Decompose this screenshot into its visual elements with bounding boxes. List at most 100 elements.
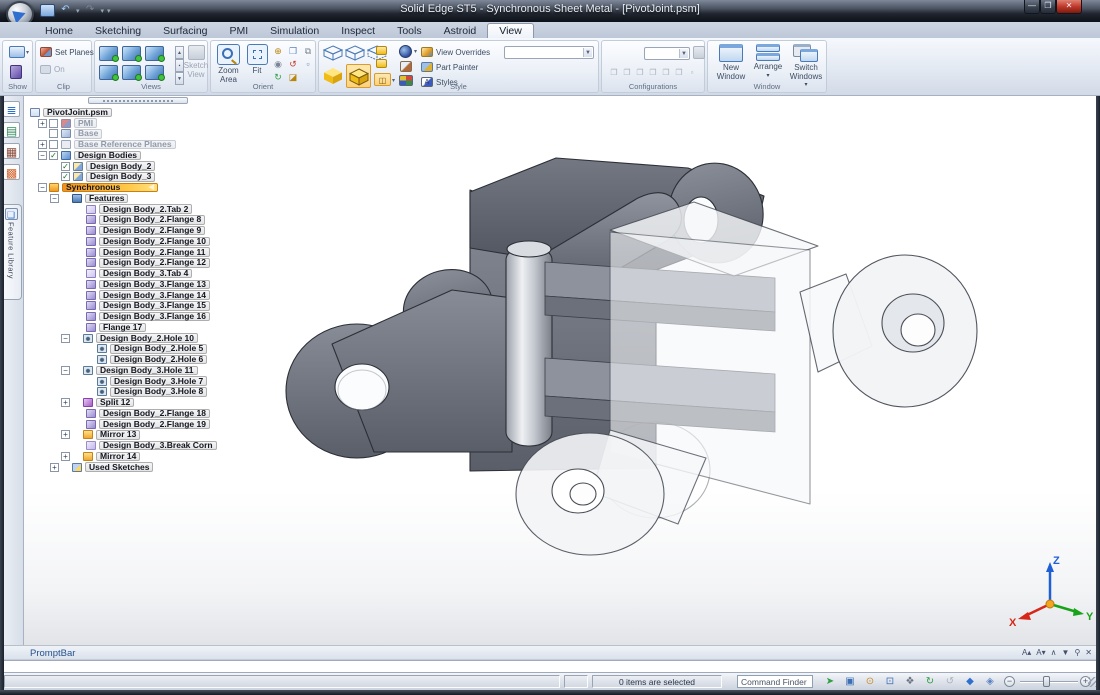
shaded-view-icon[interactable]: ◆ (963, 675, 977, 688)
scroll-up-icon[interactable]: ∧ (1051, 647, 1057, 659)
viewport[interactable]: ≣▤▦▩ ❏ Feature Library PivotJoint.psm+PM… (0, 96, 1100, 645)
close-promptbar-icon[interactable]: ✕ (1085, 647, 1092, 659)
arrange-button[interactable]: Arrange ▾ (752, 44, 784, 80)
tree-item[interactable]: Base (0, 129, 300, 140)
tree-item[interactable]: PivotJoint.psm (0, 107, 300, 118)
zoom-icon[interactable]: ⊙ (863, 675, 877, 688)
tree-item[interactable]: Design Body_2.Flange 9 (0, 225, 300, 236)
tree-item[interactable]: Design Body_2.Flange 10 (0, 236, 300, 247)
zoom-area-icon[interactable]: ▣ (843, 675, 857, 688)
tree-item[interactable]: ✓Design Body_3 (0, 172, 300, 183)
pin-icon[interactable]: ⚲ (1074, 647, 1080, 659)
brush-icon[interactable] (400, 61, 412, 72)
tab-home[interactable]: Home (34, 24, 84, 38)
top-view-icon[interactable] (99, 46, 118, 61)
style-combo-dropdown-icon[interactable]: ▼ (583, 48, 592, 57)
tree-item[interactable]: +PMI (0, 118, 300, 129)
tree-item[interactable]: ✓Design Body_2 (0, 161, 300, 172)
front-view-icon[interactable] (122, 46, 141, 61)
views-scroll-mid-icon[interactable]: ▪ (175, 59, 184, 72)
tree-item[interactable]: +Used Sketches (0, 462, 300, 473)
tree-item[interactable]: Design Body_2.Tab 2 (0, 204, 300, 215)
tab-tools[interactable]: Tools (386, 24, 433, 38)
spin-icon[interactable]: ↺ (286, 58, 300, 70)
tree-item[interactable]: Design Body_3.Hole 7 (0, 376, 300, 387)
tab-astroid[interactable]: Astroid (433, 24, 488, 38)
zoom-in-icon[interactable]: ⊕ (271, 45, 285, 57)
tree-item[interactable]: +Base Reference Planes (0, 139, 300, 150)
tab-sketching[interactable]: Sketching (84, 24, 152, 38)
style-combo[interactable]: ▼ (504, 46, 594, 59)
tree-item[interactable]: Design Body_3.Tab 4 (0, 268, 300, 279)
checkbox[interactable] (49, 129, 58, 138)
box-select-icon[interactable]: ▫ (301, 58, 315, 70)
tree-item[interactable]: Design Body_3.Flange 14 (0, 290, 300, 301)
dock-icon[interactable]: ▼ (1062, 647, 1070, 659)
command-run-icon[interactable]: ➤ (823, 675, 837, 688)
font-decrease-icon[interactable]: A▾ (1036, 647, 1045, 659)
close-button[interactable]: ✕ (1056, 0, 1082, 14)
show-planes-icon[interactable] (10, 65, 22, 79)
tree-item[interactable]: Design Body_3.Flange 15 (0, 301, 300, 312)
tree-item[interactable]: −Design Body_3.Hole 11 (0, 365, 300, 376)
tree-item[interactable]: Design Body_2.Flange 18 (0, 408, 300, 419)
set-planes-button[interactable]: Set Planes (40, 47, 94, 57)
copy-view-icon[interactable]: ⧉ (301, 45, 315, 57)
prompt-input[interactable] (3, 660, 1097, 673)
show-display-icon[interactable] (9, 46, 25, 58)
face-color-icon[interactable] (376, 59, 387, 68)
configurations-dropdown-icon[interactable]: ▼ (679, 49, 688, 58)
tree-item[interactable]: Flange 17 (0, 322, 300, 333)
new-window-button[interactable]: New Window (713, 44, 749, 81)
tab-surfacing[interactable]: Surfacing (152, 24, 218, 38)
part-painter-button[interactable]: Part Painter (421, 62, 478, 72)
view-overrides-button[interactable]: View Overrides (421, 47, 490, 57)
zoom-out-button[interactable]: − (1004, 676, 1015, 687)
show-dropdown-icon[interactable]: ▾ (26, 49, 29, 56)
expand-icon[interactable]: + (61, 398, 70, 407)
tree-item[interactable]: −Features (0, 193, 300, 204)
tree-item[interactable]: Design Body_2.Flange 11 (0, 247, 300, 258)
tree-item[interactable]: Design Body_2.Flange 12 (0, 258, 300, 269)
tab-simulation[interactable]: Simulation (259, 24, 330, 38)
rotate-icon[interactable]: ↻ (923, 675, 937, 688)
tree-item[interactable]: Design Body_3.Hole 8 (0, 387, 300, 398)
fit-icon[interactable]: ⊡ (883, 675, 897, 688)
checkbox[interactable]: ✓ (61, 162, 70, 171)
tree-item[interactable]: +Mirror 13 (0, 430, 300, 441)
tab-inspect[interactable]: Inspect (330, 24, 386, 38)
tree-grip[interactable] (88, 97, 188, 104)
wireframe-view-icon[interactable] (323, 45, 343, 61)
tree-item[interactable]: Design Body_2.Hole 6 (0, 354, 300, 365)
checkbox[interactable]: ✓ (49, 151, 58, 160)
trimetric-view-icon[interactable] (145, 65, 164, 80)
collapse-icon[interactable]: − (50, 194, 59, 203)
tree-item[interactable]: Design Body_3.Break Corn (0, 440, 300, 451)
collapse-icon[interactable]: − (38, 183, 47, 192)
tab-view[interactable]: View (487, 23, 534, 38)
tree-item[interactable]: −✓Design Bodies (0, 150, 300, 161)
pan-icon[interactable]: ❖ (903, 675, 917, 688)
collapse-icon[interactable]: − (61, 334, 70, 343)
configurations-combo[interactable]: ▼ (644, 47, 690, 60)
font-increase-icon[interactable]: A▴ (1022, 647, 1031, 659)
minimize-button[interactable]: — (1024, 0, 1040, 14)
rotate-view-icon[interactable]: ❐ (286, 45, 300, 57)
fit-button[interactable]: Fit (245, 44, 269, 76)
iso-view-icon[interactable] (99, 65, 118, 80)
expand-icon[interactable]: + (50, 463, 59, 472)
dimetric-view-icon[interactable] (122, 65, 141, 80)
tree-item[interactable]: +Split 12 (0, 397, 300, 408)
tree-item[interactable]: Design Body_3.Flange 16 (0, 311, 300, 322)
collapse-icon[interactable]: − (61, 366, 70, 375)
checkbox[interactable] (49, 140, 58, 149)
checkbox[interactable] (49, 119, 58, 128)
right-view-icon[interactable] (145, 46, 164, 61)
tree-item[interactable]: Design Body_2.Hole 5 (0, 344, 300, 355)
collapse-icon[interactable]: − (38, 151, 47, 160)
expand-icon[interactable]: + (38, 140, 47, 149)
view-style-icon[interactable]: ◈ (983, 675, 997, 688)
camera-view-icon[interactable]: ◉ (271, 58, 285, 70)
environment-sphere-icon[interactable] (399, 45, 412, 58)
expand-icon[interactable]: + (61, 452, 70, 461)
